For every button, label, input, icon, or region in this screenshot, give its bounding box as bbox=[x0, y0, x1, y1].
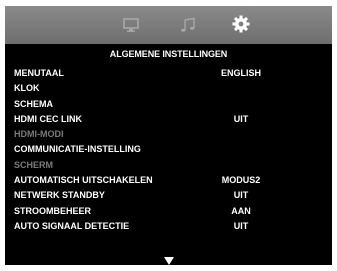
menu-item-communicatie-instelling[interactable]: COMMUNICATIE-INSTELLING bbox=[5, 142, 332, 157]
menu-item-value: UIT bbox=[233, 220, 249, 231]
menu-item-value: UIT bbox=[233, 190, 249, 201]
menu-item-label: AUTOMATISCH UITSCHAKELEN bbox=[14, 175, 153, 186]
menu-item-label: AUTO SIGNAAL DETECTIE bbox=[14, 220, 130, 231]
menu-item-value: MODUS2 bbox=[221, 175, 261, 186]
menu-item-label: HDMI-MODI bbox=[14, 129, 64, 140]
menu-title: ALGEMENE INSTELLINGEN bbox=[109, 49, 228, 59]
menu-item-automatisch-uitschakelen[interactable]: AUTOMATISCH UITSCHAKELEN MODUS2 bbox=[5, 173, 332, 188]
monitor-icon[interactable] bbox=[121, 15, 141, 35]
menu-item-stroombeheer[interactable]: STROOMBEHEER AAN bbox=[5, 204, 332, 219]
menu-item-label: HDMI CEC LINK bbox=[14, 113, 82, 124]
menu-item-label: COMMUNICATIE-INSTELLING bbox=[14, 144, 141, 155]
menu-item-klok[interactable]: KLOK bbox=[5, 81, 332, 96]
gear-icon[interactable] bbox=[231, 14, 251, 34]
menu-item-label: SCHEMA bbox=[14, 98, 54, 109]
menu-item-auto-signaal-detectie[interactable]: AUTO SIGNAAL DETECTIE UIT bbox=[5, 219, 332, 234]
menu-item-label: SCHERM bbox=[14, 159, 54, 170]
menu-item-value: AAN bbox=[231, 205, 251, 216]
settings-list: MENUTAAL ENGLISH KLOK SCHEMA HDMI CEC LI… bbox=[5, 66, 332, 234]
menu-item-label: KLOK bbox=[14, 83, 40, 94]
menu-item-menutaal[interactable]: MENUTAAL ENGLISH bbox=[5, 66, 332, 81]
menu-item-hdmi-cec-link[interactable]: HDMI CEC LINK UIT bbox=[5, 112, 332, 127]
menu-item-scherm: SCHERM bbox=[5, 158, 332, 173]
menu-item-value: UIT bbox=[233, 113, 249, 124]
menu-item-label: MENUTAAL bbox=[14, 68, 64, 78]
scroll-down-arrow-icon[interactable] bbox=[163, 253, 175, 265]
menu-item-netwerk-standby[interactable]: NETWERK STANDBY UIT bbox=[5, 188, 332, 203]
menu-tab-bar bbox=[5, 6, 332, 44]
menu-item-label: NETWERK STANDBY bbox=[14, 190, 105, 201]
osd-menu: ALGEMENE INSTELLINGEN MENUTAAL ENGLISH K… bbox=[5, 6, 332, 265]
menu-item-hdmi-modi: HDMI-MODI bbox=[5, 127, 332, 142]
menu-item-schema[interactable]: SCHEMA bbox=[5, 97, 332, 112]
menu-item-value: ENGLISH bbox=[220, 68, 261, 78]
menu-item-label: STROOMBEHEER bbox=[14, 205, 92, 216]
music-note-icon[interactable] bbox=[178, 15, 198, 35]
